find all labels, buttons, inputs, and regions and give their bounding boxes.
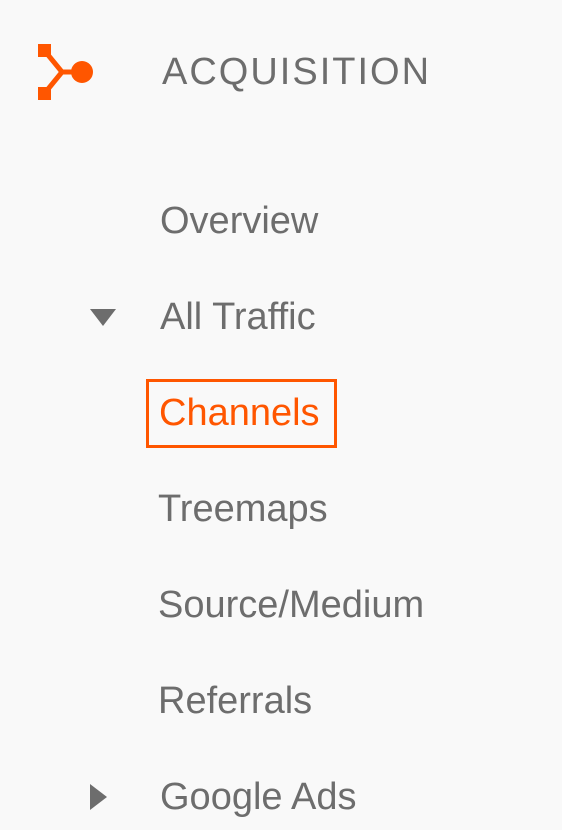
nav-item-overview[interactable]: Overview [38, 195, 562, 247]
nav-label: Treemaps [158, 488, 328, 531]
nav-item-all-traffic[interactable]: All Traffic [38, 291, 562, 343]
acquisition-section-header[interactable]: ACQUISITION [38, 44, 562, 100]
nav-label: Google Ads [160, 776, 356, 819]
nav-label: Overview [160, 200, 318, 243]
nav-label: All Traffic [160, 296, 316, 339]
chevron-right-icon [90, 784, 107, 810]
nav-item-channels[interactable]: Channels [38, 387, 562, 439]
chevron-down-icon [90, 309, 116, 326]
highlight-box: Channels [146, 379, 337, 448]
expand-toggle[interactable] [90, 309, 160, 326]
nav-item-referrals[interactable]: Referrals [38, 675, 562, 727]
nav-label: Referrals [158, 680, 312, 723]
nav-item-treemaps[interactable]: Treemaps [38, 483, 562, 535]
nav-item-source-medium[interactable]: Source/Medium [38, 579, 562, 631]
expand-toggle[interactable] [90, 784, 160, 810]
nav-label: Source/Medium [158, 584, 424, 627]
nav-label: Channels [159, 392, 320, 434]
acquisition-icon [38, 44, 94, 100]
nav-item-google-ads[interactable]: Google Ads [38, 771, 562, 823]
section-title: ACQUISITION [162, 51, 431, 94]
